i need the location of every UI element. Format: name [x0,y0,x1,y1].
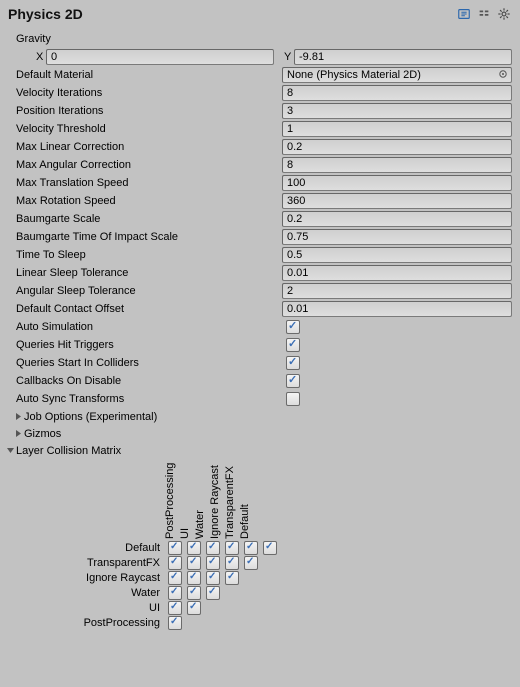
toggle-checkbox[interactable] [286,374,300,388]
foldout-job-options-label: Job Options (Experimental) [24,411,157,423]
field-input[interactable] [282,139,512,155]
matrix-col-label: Water [194,510,206,539]
toggle-checkbox[interactable] [286,392,300,406]
field-input[interactable] [282,247,512,263]
field-input[interactable] [282,175,512,191]
field-input[interactable] [282,301,512,317]
matrix-checkbox[interactable] [187,586,201,600]
foldout-gizmos[interactable]: Gizmos [12,425,512,442]
preset-icon[interactable] [476,6,492,22]
gravity-x-label: X [32,51,46,63]
toggle-checkbox[interactable] [286,338,300,352]
field-input[interactable] [282,85,512,101]
toggle-label: Auto Sync Transforms [12,393,282,405]
matrix-checkbox[interactable] [206,541,220,555]
field-input[interactable] [282,211,512,227]
field-label: Position Iterations [12,105,282,117]
field-label: Baumgarte Scale [12,213,282,225]
field-label: Default Contact Offset [12,303,282,315]
gravity-y-input[interactable] [294,49,512,65]
gravity-y-label: Y [280,51,294,63]
matrix-checkbox[interactable] [206,556,220,570]
foldout-job-options[interactable]: Job Options (Experimental) [12,408,512,425]
matrix-row-label: TransparentFX [12,557,164,569]
matrix-col-label: Default [239,504,251,539]
matrix-checkbox[interactable] [225,556,239,570]
field-label: Baumgarte Time Of Impact Scale [12,231,282,243]
matrix-checkbox[interactable] [187,601,201,615]
foldout-layer-matrix[interactable]: Layer Collision Matrix [4,442,512,459]
foldout-layer-matrix-label: Layer Collision Matrix [16,445,121,457]
field-label: Linear Sleep Tolerance [12,267,282,279]
gravity-x-input[interactable] [46,49,274,65]
matrix-col-label: Ignore Raycast [209,465,221,539]
matrix-checkbox[interactable] [168,616,182,630]
matrix-checkbox[interactable] [168,571,182,585]
help-icon[interactable] [456,6,472,22]
panel-title: Physics 2D [8,6,83,22]
matrix-checkbox[interactable] [244,556,258,570]
object-picker-icon[interactable] [498,69,510,81]
matrix-checkbox[interactable] [187,541,201,555]
matrix-col-label: TransparentFX [224,466,236,539]
matrix-checkbox[interactable] [225,541,239,555]
matrix-checkbox[interactable] [206,586,220,600]
field-label: Max Rotation Speed [12,195,282,207]
matrix-checkbox[interactable] [244,541,258,555]
matrix-checkbox[interactable] [187,571,201,585]
matrix-checkbox[interactable] [168,586,182,600]
toggle-checkbox[interactable] [286,356,300,370]
foldout-gizmos-label: Gizmos [24,428,61,440]
matrix-checkbox[interactable] [168,541,182,555]
matrix-checkbox[interactable] [187,556,201,570]
field-label: Max Linear Correction [12,141,282,153]
matrix-row-label: Default [12,542,164,554]
field-input[interactable] [282,103,512,119]
matrix-checkbox[interactable] [263,541,277,555]
field-label: Angular Sleep Tolerance [12,285,282,297]
field-input[interactable] [282,283,512,299]
matrix-col-label: PostProcessing [164,463,176,539]
gravity-label: Gravity [12,33,282,45]
field-label: Velocity Iterations [12,87,282,99]
field-label: Max Translation Speed [12,177,282,189]
toggle-label: Auto Simulation [12,321,282,333]
field-input[interactable] [282,193,512,209]
toggle-label: Queries Start In Colliders [12,357,282,369]
foldout-arrow-icon [12,429,24,438]
matrix-row-label: UI [12,602,164,614]
matrix-row-label: Water [12,587,164,599]
matrix-checkbox[interactable] [168,556,182,570]
matrix-row-label: PostProcessing [12,617,164,629]
field-input[interactable] [282,229,512,245]
gear-icon[interactable] [496,6,512,22]
toggle-label: Callbacks On Disable [12,375,282,387]
default-material-field[interactable] [282,67,512,83]
matrix-checkbox[interactable] [168,601,182,615]
toggle-checkbox[interactable] [286,320,300,334]
toggle-label: Queries Hit Triggers [12,339,282,351]
field-label: Max Angular Correction [12,159,282,171]
field-input[interactable] [282,121,512,137]
foldout-arrow-down-icon [4,446,16,455]
field-input[interactable] [282,265,512,281]
default-material-label: Default Material [12,69,282,81]
matrix-checkbox[interactable] [225,571,239,585]
field-label: Time To Sleep [12,249,282,261]
field-input[interactable] [282,157,512,173]
foldout-arrow-icon [12,412,24,421]
matrix-row-label: Ignore Raycast [12,572,164,584]
matrix-checkbox[interactable] [206,571,220,585]
field-label: Velocity Threshold [12,123,282,135]
